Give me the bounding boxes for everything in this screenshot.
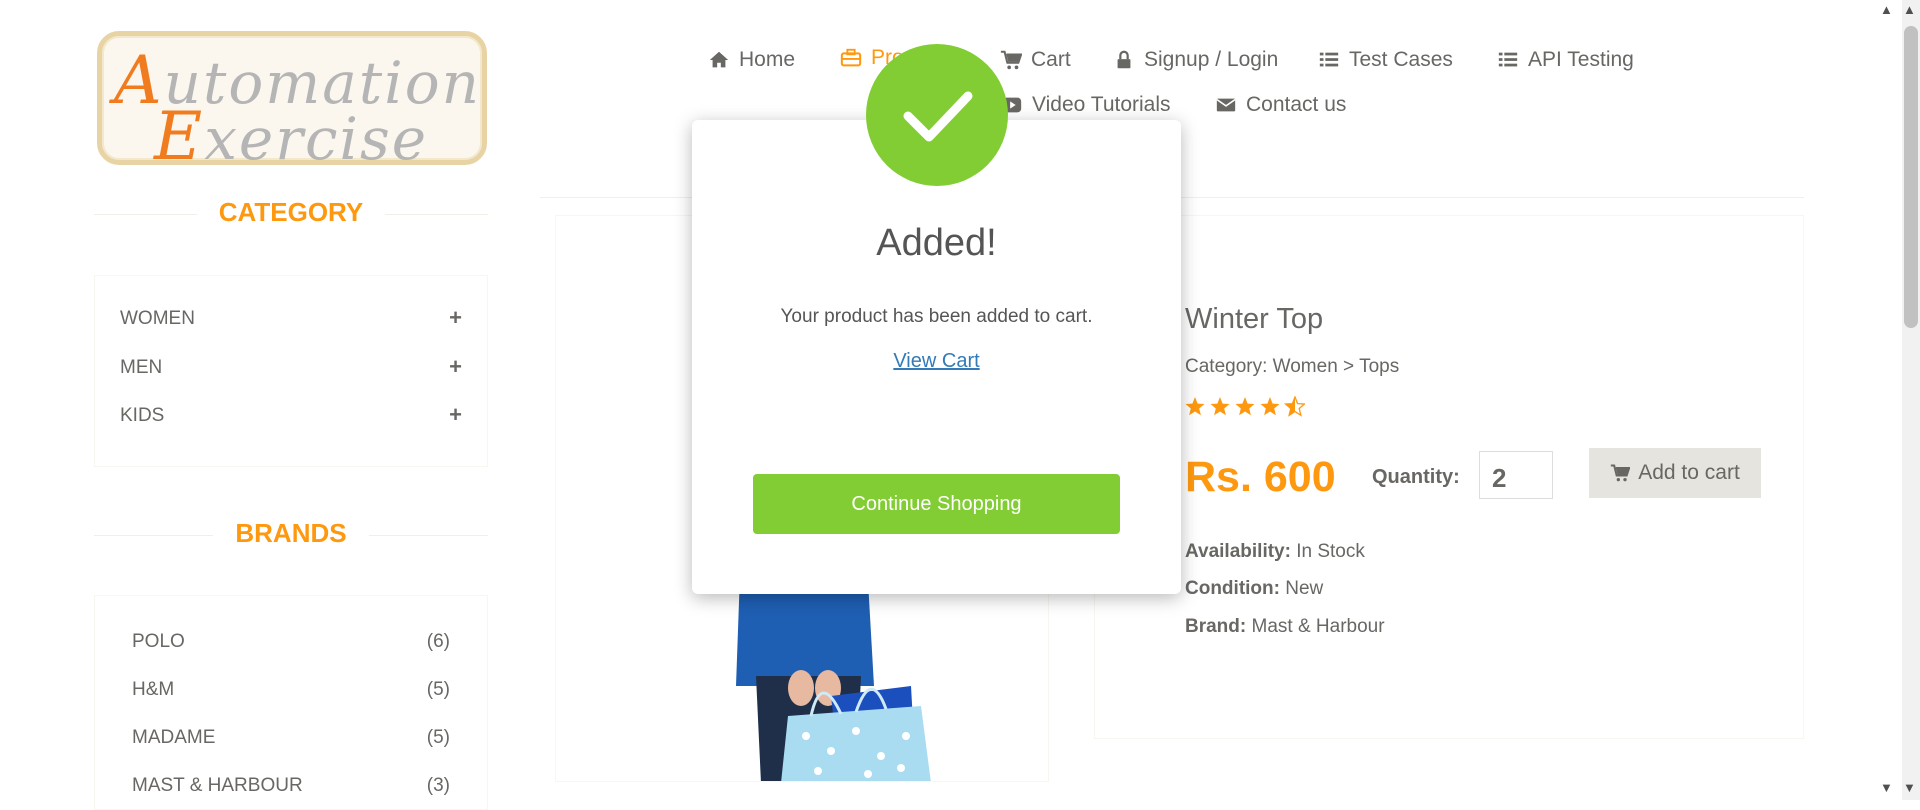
category-item-kids[interactable]: KIDS + <box>120 402 462 428</box>
brand-row: Brand: Mast & Harbour <box>1185 616 1385 638</box>
view-cart-link-wrap: View Cart <box>692 350 1181 373</box>
category-heading: CATEGORY <box>94 197 488 228</box>
brand-item-hm[interactable]: H&M (5) <box>132 679 450 701</box>
brand-count: (6) <box>426 631 450 652</box>
brand-value: Mast & Harbour <box>1251 616 1385 637</box>
nav-test-cases[interactable]: Test Cases <box>1318 48 1453 72</box>
cart-icon <box>1611 464 1631 482</box>
nav-login-label: Signup / Login <box>1144 48 1279 71</box>
availability-value: In Stock <box>1296 541 1365 562</box>
nav-api-testing-label: API Testing <box>1528 48 1634 71</box>
add-to-cart-label: Add to cart <box>1638 461 1740 484</box>
nav-test-cases-label: Test Cases <box>1349 48 1453 71</box>
nav-contact-label: Contact us <box>1246 93 1347 116</box>
quantity-input[interactable] <box>1479 451 1553 499</box>
category-item-women[interactable]: WOMEN + <box>120 305 462 331</box>
brands-panel: POLO (6) H&M (5) MADAME (5) MAST & HARBO… <box>94 595 488 810</box>
nav-contact-us[interactable]: Contact us <box>1215 93 1346 117</box>
checkmark-icon <box>903 91 973 142</box>
product-price: Rs. 600 <box>1185 453 1336 501</box>
brands-title: BRANDS <box>213 518 369 548</box>
nav-api-testing[interactable]: API Testing <box>1497 48 1634 72</box>
continue-shopping-button[interactable]: Continue Shopping <box>753 474 1120 534</box>
rating-stars <box>1185 395 1307 424</box>
category-item-men[interactable]: MEN + <box>120 354 462 380</box>
nav-cart[interactable]: Cart <box>1000 48 1071 72</box>
star-rating-icon <box>1185 395 1307 417</box>
home-icon <box>709 51 729 68</box>
availability-label: Availability: <box>1185 541 1291 562</box>
success-check-badge <box>866 44 1008 186</box>
quantity-label: Quantity: <box>1372 466 1460 488</box>
brand-label: H&M <box>132 679 175 700</box>
nav-video-tutorials[interactable]: Video Tutorials <box>1001 93 1171 117</box>
brand-count: (5) <box>426 727 450 748</box>
product-category: Category: Women > Tops <box>1185 356 1400 377</box>
nav-home[interactable]: Home <box>708 48 795 72</box>
category-title: CATEGORY <box>196 197 386 227</box>
nav-home-label: Home <box>739 48 796 71</box>
scrollbar-thumb[interactable] <box>1904 26 1918 328</box>
category-label: MEN <box>120 357 163 378</box>
modal-title: Added! <box>876 222 997 264</box>
plus-icon[interactable]: + <box>449 402 462 428</box>
briefcase-icon <box>840 48 862 67</box>
condition-row: Condition: New <box>1185 578 1323 600</box>
brand-label: MADAME <box>132 727 216 748</box>
brand-label: POLO <box>132 631 185 652</box>
nav-cart-label: Cart <box>1031 48 1071 71</box>
lock-icon <box>1117 50 1131 69</box>
category-panel: WOMEN + MEN + KIDS + <box>94 275 488 467</box>
product-title: Winter Top <box>1185 303 1324 335</box>
brand-item-polo[interactable]: POLO (6) <box>132 631 450 653</box>
plus-icon[interactable]: + <box>449 305 462 331</box>
brand-item-mast-harbour[interactable]: MAST & HARBOUR (3) <box>132 775 450 797</box>
brand-item-madame[interactable]: MADAME (5) <box>132 727 450 749</box>
category-label: KIDS <box>120 405 165 426</box>
brand-label: Brand: <box>1185 616 1247 637</box>
brand-label: MAST & HARBOUR <box>132 775 303 796</box>
brands-heading: BRANDS <box>94 518 488 549</box>
plus-icon[interactable]: + <box>449 354 462 380</box>
scroll-up-icon[interactable]: ▲ <box>1880 2 1893 17</box>
scroll-up-icon[interactable]: ▲ <box>1903 2 1916 17</box>
list-icon <box>1319 52 1339 67</box>
envelope-icon <box>1216 98 1236 112</box>
brand-count: (5) <box>426 679 450 700</box>
list-icon <box>1498 52 1518 67</box>
availability-row: Availability: In Stock <box>1185 541 1365 563</box>
nav-signup-login[interactable]: Signup / Login <box>1113 48 1278 72</box>
site-logo[interactable]: Automation Exercise <box>97 31 487 175</box>
scroll-down-icon[interactable]: ▼ <box>1880 780 1893 795</box>
view-cart-link[interactable]: View Cart <box>893 350 979 372</box>
condition-label: Condition: <box>1185 578 1280 599</box>
modal-message: Your product has been added to cart. <box>780 306 1093 327</box>
scroll-down-icon[interactable]: ▼ <box>1903 780 1916 795</box>
condition-value: New <box>1285 578 1324 599</box>
add-to-cart-button[interactable]: Add to cart <box>1589 448 1761 498</box>
brand-count: (3) <box>426 775 450 796</box>
category-label: WOMEN <box>120 308 195 329</box>
nav-video-label: Video Tutorials <box>1032 93 1171 116</box>
logo-text-line2: Exercise <box>154 98 429 175</box>
